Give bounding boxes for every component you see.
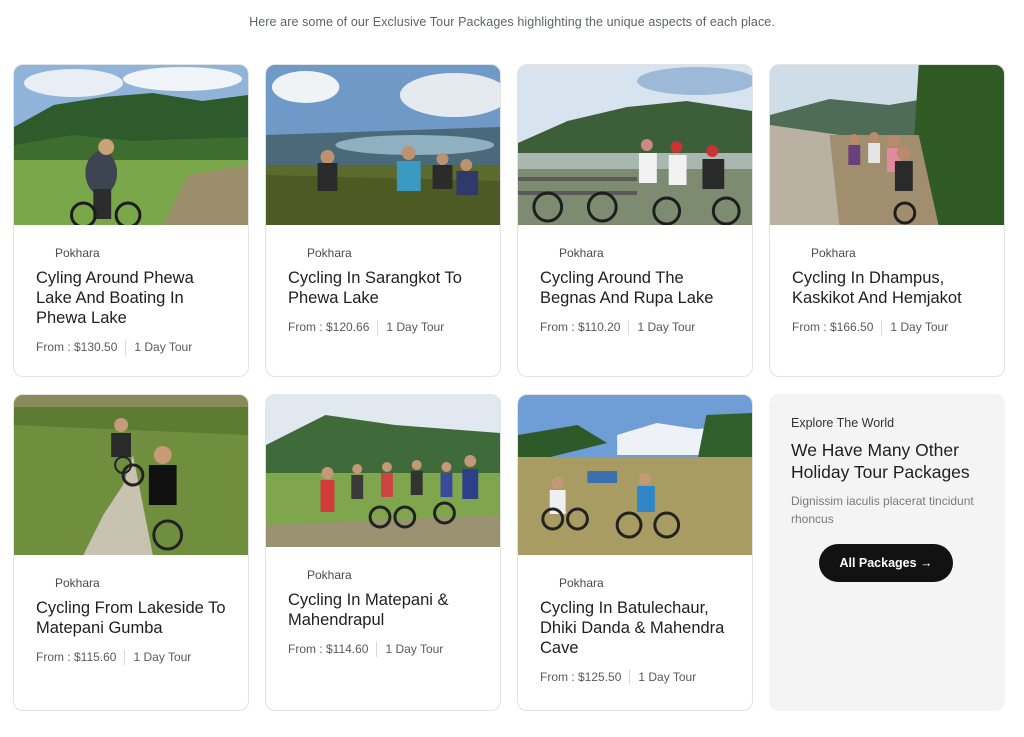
tour-location-label: Pokhara (811, 246, 856, 260)
section-intro: Here are some of our Exclusive Tour Pack… (249, 15, 775, 29)
tour-title[interactable]: Cycling In Sarangkot To Phewa Lake (288, 268, 478, 308)
tour-location-label: Pokhara (307, 568, 352, 582)
tour-price: From : $166.50 (792, 320, 874, 334)
tour-meta: From : $120.66 1 Day Tour (288, 319, 478, 335)
tour-duration: 1 Day Tour (638, 670, 697, 684)
promo-card: Explore The World We Have Many Other Hol… (769, 394, 1005, 711)
tour-price: From : $114.60 (288, 642, 369, 656)
tour-meta: From : $125.50 1 Day Tour (540, 669, 730, 685)
tour-meta: From : $166.50 1 Day Tour (792, 319, 982, 335)
tour-duration: 1 Day Tour (890, 320, 949, 334)
meta-divider (124, 649, 126, 665)
tour-price: From : $125.50 (540, 670, 622, 684)
tour-card[interactable]: Pokhara Cycling In Dhampus, Kaskikot And… (769, 64, 1005, 377)
tour-duration: 1 Day Tour (386, 320, 445, 334)
tour-location-label: Pokhara (559, 576, 604, 590)
promo-heading: We Have Many Other Holiday Tour Packages (791, 440, 970, 482)
map-pin-icon (289, 569, 299, 581)
tour-photo[interactable] (266, 395, 500, 547)
map-pin-icon (541, 577, 551, 589)
tour-duration: 1 Day Tour (385, 642, 444, 656)
meta-divider (628, 319, 630, 335)
tour-price: From : $110.20 (540, 320, 621, 334)
promo-kicker: Explore The World (791, 416, 895, 430)
tour-photo[interactable] (518, 395, 752, 555)
tour-card[interactable]: Pokhara Cycling In Sarangkot To Phewa La… (265, 64, 501, 377)
meta-divider (377, 319, 379, 335)
tour-location: Pokhara (288, 245, 478, 261)
tour-card[interactable]: Pokhara Cycling In Batulechaur, Dhiki Da… (517, 394, 753, 711)
tour-photo[interactable] (14, 395, 248, 555)
tour-meta: From : $110.20 1 Day Tour (540, 319, 730, 335)
promo-description: Dignissim iaculis placerat tincidunt rho… (791, 494, 974, 526)
tour-title[interactable]: Cyling Around Phewa Lake And Boating In … (36, 268, 226, 328)
tour-location: Pokhara (540, 245, 730, 261)
tour-location-label: Pokhara (559, 246, 604, 260)
meta-divider (376, 641, 378, 657)
tour-title[interactable]: Cycling In Batulechaur, Dhiki Danda & Ma… (540, 598, 730, 658)
map-pin-icon (289, 247, 299, 259)
map-pin-icon (37, 247, 47, 259)
tour-location-label: Pokhara (55, 576, 100, 590)
meta-divider (629, 669, 631, 685)
tour-duration: 1 Day Tour (133, 650, 192, 664)
tour-photo[interactable] (266, 65, 500, 225)
tour-location-label: Pokhara (55, 246, 100, 260)
tour-meta: From : $130.50 1 Day Tour (36, 339, 226, 355)
meta-divider (125, 339, 127, 355)
tour-duration: 1 Day Tour (637, 320, 696, 334)
tour-title[interactable]: Cycling In Dhampus, Kaskikot And Hemjako… (792, 268, 982, 308)
map-pin-icon (793, 247, 803, 259)
tour-title[interactable]: Cycling In Matepani & Mahendrapul (288, 590, 478, 630)
tour-card[interactable]: Pokhara Cyling Around Phewa Lake And Boa… (13, 64, 249, 377)
tour-location: Pokhara (792, 245, 982, 261)
all-packages-button[interactable]: All Packages → (819, 544, 953, 582)
tour-card[interactable]: Pokhara Cycling From Lakeside To Matepan… (13, 394, 249, 711)
tour-title[interactable]: Cycling Around The Begnas And Rupa Lake (540, 268, 730, 308)
tour-photo[interactable] (14, 65, 248, 225)
map-pin-icon (541, 247, 551, 259)
meta-divider (881, 319, 883, 335)
tour-price: From : $130.50 (36, 340, 118, 354)
tour-card[interactable]: Pokhara Cycling Around The Begnas And Ru… (517, 64, 753, 377)
tour-meta: From : $115.60 1 Day Tour (36, 649, 226, 665)
tour-photo[interactable] (518, 65, 752, 225)
tour-title[interactable]: Cycling From Lakeside To Matepani Gumba (36, 598, 226, 638)
tour-price: From : $115.60 (36, 650, 117, 664)
tour-duration: 1 Day Tour (134, 340, 193, 354)
tour-meta: From : $114.60 1 Day Tour (288, 641, 478, 657)
tour-card[interactable]: Pokhara Cycling In Matepani & Mahendrapu… (265, 394, 501, 711)
tour-location: Pokhara (540, 575, 730, 591)
tour-location: Pokhara (288, 567, 478, 583)
tour-location: Pokhara (36, 575, 226, 591)
tour-location: Pokhara (36, 245, 226, 261)
map-pin-icon (37, 577, 47, 589)
tour-location-label: Pokhara (307, 246, 352, 260)
tour-price: From : $120.66 (288, 320, 370, 334)
tour-photo[interactable] (770, 65, 1004, 225)
